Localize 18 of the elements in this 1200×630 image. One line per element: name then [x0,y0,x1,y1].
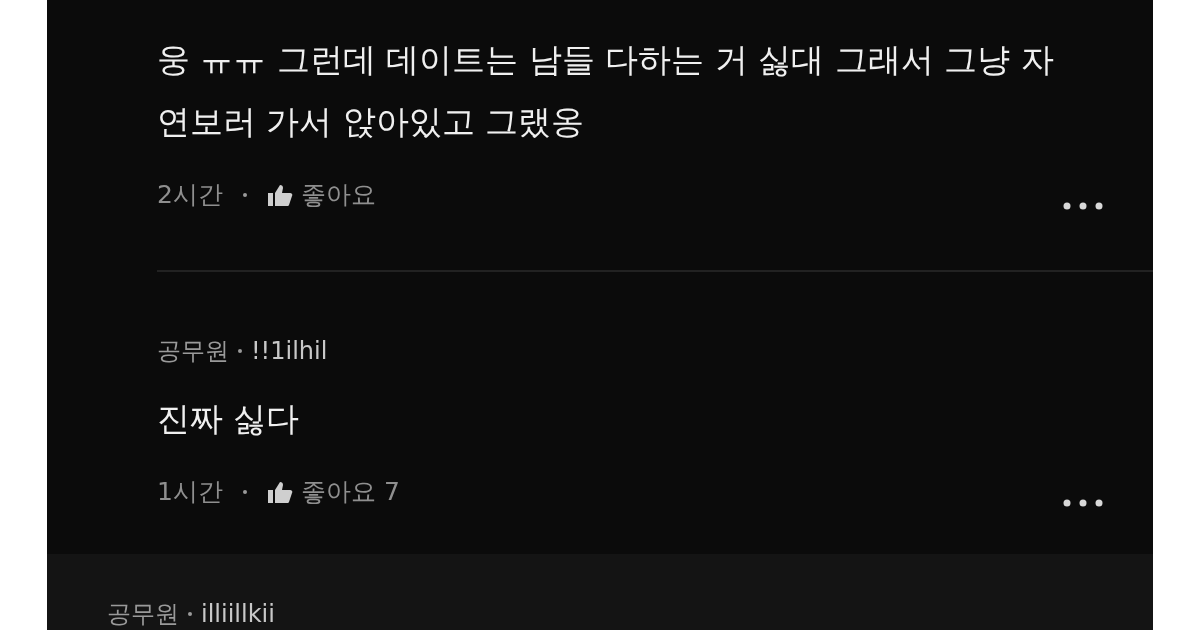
more-icon[interactable] [1063,499,1103,507]
separator-dot [242,193,247,197]
separator-dot [188,612,192,616]
nickname: !!1ilhil [251,336,328,366]
timestamp: 2시간 [157,180,223,210]
like-button[interactable]: 좋아요 7 [266,477,400,507]
author-name: 공무원 [157,336,229,366]
thumbs-up-icon [266,183,293,207]
like-button[interactable]: 좋아요 [266,180,376,210]
reply-text: 진짜 싫다 [157,398,301,440]
separator-dot [242,490,247,494]
separator-dot [238,349,242,353]
nickname: illiillkii [201,599,275,629]
more-icon[interactable] [1063,202,1103,210]
author-name: 공무원 [107,599,179,629]
reply-text: 웅 ㅠㅠ 그런데 데이트는 남들 다하는 거 싫대 그래서 그냥 자연보러 가서 앉아있고 그랬옹 [157,39,1055,143]
thumbs-up-icon [266,480,293,504]
timestamp: 1시간 [157,477,223,507]
